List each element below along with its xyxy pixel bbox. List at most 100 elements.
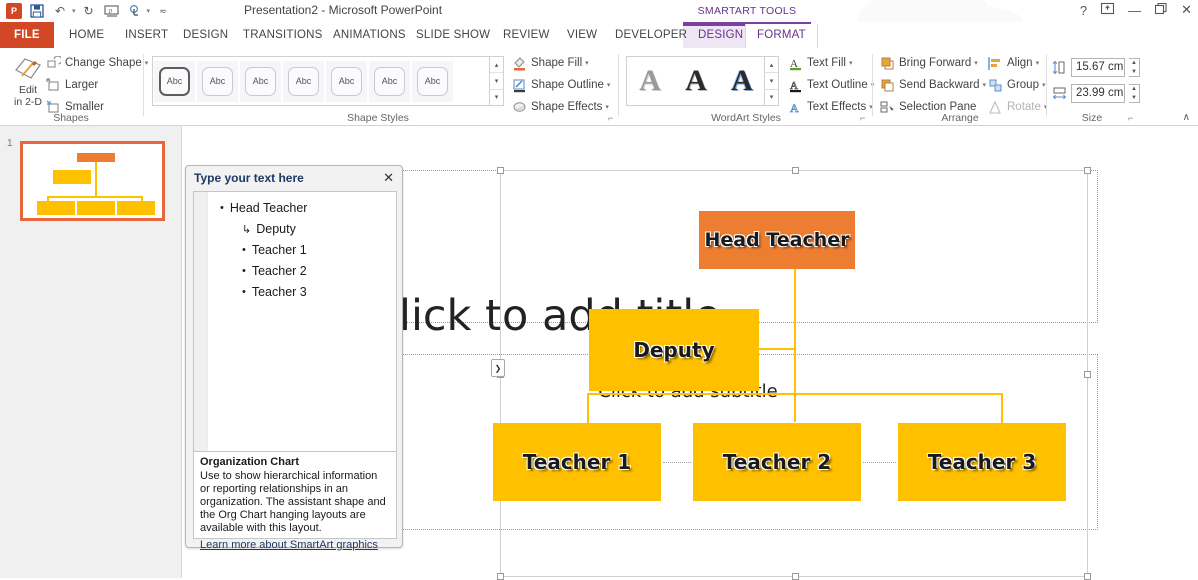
resize-handle-top-left[interactable] bbox=[497, 167, 504, 174]
edit-in-2d-button[interactable]: Edit in 2-D bbox=[6, 56, 50, 108]
wordart-gallery-scrollbar[interactable]: ▴ ▾ ▾ bbox=[764, 57, 778, 105]
tab-file[interactable]: FILE bbox=[0, 22, 54, 48]
outline-item-head-teacher[interactable]: • Head Teacher bbox=[220, 201, 307, 215]
shape-styles-gallery[interactable]: Abc Abc Abc Abc Abc Abc Abc ▴ ▾ ▾ bbox=[152, 56, 504, 106]
shape-style-thumb[interactable]: Abc bbox=[197, 60, 238, 102]
shape-width-spinner[interactable]: ▲ ▼ bbox=[1129, 84, 1140, 103]
outline-item-teacher-3[interactable]: • Teacher 3 bbox=[242, 285, 307, 299]
change-shape-dropdown-icon[interactable]: ▾ bbox=[145, 59, 149, 67]
tab-insert[interactable]: INSERT bbox=[114, 22, 179, 48]
resize-handle-bottom-left[interactable] bbox=[497, 573, 504, 580]
tab-animations[interactable]: ANIMATIONS bbox=[322, 22, 417, 48]
shape-fill-button[interactable]: Shape Fill ▾ bbox=[512, 54, 589, 72]
tab-review[interactable]: REVIEW bbox=[492, 22, 561, 48]
outline-item-teacher-1[interactable]: • Teacher 1 bbox=[242, 243, 307, 257]
shape-effects-dropdown-icon[interactable]: ▾ bbox=[605, 103, 609, 111]
smartart-frame[interactable]: ❯ Head Teacher Deputy Teacher 1 Teacher … bbox=[491, 167, 1091, 580]
shape-style-thumb[interactable]: Abc bbox=[412, 60, 453, 102]
resize-handle-top-right[interactable] bbox=[1084, 167, 1091, 174]
smartart-node-teacher-2[interactable]: Teacher 2 bbox=[693, 423, 861, 501]
shape-style-thumb[interactable]: Abc bbox=[283, 60, 324, 102]
text-outline-button[interactable]: A Text Outline ▾ bbox=[788, 76, 875, 94]
restore-button[interactable] bbox=[1155, 2, 1167, 18]
resize-handle-middle-right[interactable] bbox=[1084, 371, 1091, 378]
tab-smartart-format[interactable]: FORMAT bbox=[745, 24, 818, 48]
smartart-node-deputy[interactable]: Deputy bbox=[589, 309, 759, 391]
shape-styles-gallery-scrollbar[interactable]: ▴ ▾ ▾ bbox=[489, 57, 503, 105]
undo-dropdown-icon[interactable]: ▾ bbox=[72, 7, 76, 15]
tab-developer[interactable]: DEVELOPER bbox=[604, 22, 698, 48]
touch-mode-icon[interactable] bbox=[125, 2, 145, 20]
undo-icon[interactable]: ↶ bbox=[50, 2, 70, 20]
shape-style-thumb[interactable]: Abc bbox=[369, 60, 410, 102]
bring-forward-button[interactable]: Bring Forward ▾ bbox=[880, 54, 978, 72]
slide-thumbnail-1[interactable] bbox=[20, 141, 165, 221]
tab-view[interactable]: VIEW bbox=[556, 22, 608, 48]
wordart-style-thumb[interactable]: A bbox=[673, 59, 719, 103]
gallery-scroll-down-icon[interactable]: ▾ bbox=[765, 73, 778, 90]
align-dropdown-icon[interactable]: ▾ bbox=[1036, 59, 1040, 67]
smartart-node-teacher-3[interactable]: Teacher 3 bbox=[898, 423, 1066, 501]
send-backward-dropdown-icon[interactable]: ▾ bbox=[983, 81, 987, 89]
outline-item-teacher-2[interactable]: • Teacher 2 bbox=[242, 264, 307, 278]
send-backward-button[interactable]: Send Backward ▾ bbox=[880, 76, 986, 94]
resize-handle-bottom-center[interactable] bbox=[792, 573, 799, 580]
height-icon bbox=[1052, 60, 1067, 75]
gallery-scroll-up-icon[interactable]: ▴ bbox=[765, 57, 778, 74]
tab-design[interactable]: DESIGN bbox=[172, 22, 239, 48]
smartart-node-teacher-1[interactable]: Teacher 1 bbox=[493, 423, 661, 501]
touch-mode-dropdown-icon[interactable]: ▾ bbox=[147, 7, 151, 15]
wordart-style-thumb[interactable]: A bbox=[719, 59, 765, 103]
group-dropdown-icon[interactable]: ▾ bbox=[1042, 81, 1046, 89]
width-spin-down-icon[interactable]: ▼ bbox=[1129, 94, 1139, 103]
save-icon[interactable] bbox=[27, 2, 47, 20]
height-spin-down-icon[interactable]: ▼ bbox=[1129, 68, 1139, 77]
close-icon[interactable]: ✕ bbox=[383, 170, 394, 186]
text-fill-button[interactable]: A Text Fill ▾ bbox=[788, 54, 853, 72]
customize-quick-access-toolbar-icon[interactable]: ≂ bbox=[153, 2, 173, 20]
wordart-styles-gallery[interactable]: A A A ▴ ▾ ▾ bbox=[626, 56, 779, 106]
gallery-scroll-up-icon[interactable]: ▴ bbox=[490, 57, 503, 74]
minimize-button[interactable]: — bbox=[1128, 3, 1141, 18]
outline-item-deputy[interactable]: ↳ Deputy bbox=[242, 222, 296, 236]
shape-styles-dialog-launcher[interactable]: ⌐ bbox=[608, 113, 613, 123]
text-pane-outline[interactable]: • Head Teacher ↳ Deputy • Teacher 1 • Te… bbox=[193, 191, 397, 456]
collapse-ribbon-icon[interactable]: ∧ bbox=[1183, 112, 1190, 123]
gallery-more-icon[interactable]: ▾ bbox=[765, 90, 778, 105]
tab-slide-show[interactable]: SLIDE SHOW bbox=[405, 22, 501, 48]
wordart-styles-dialog-launcher[interactable]: ⌐ bbox=[860, 113, 865, 123]
change-shape-button[interactable]: Change Shape ▾ bbox=[46, 54, 148, 72]
help-button[interactable]: ? bbox=[1080, 3, 1087, 18]
ribbon-display-options-button[interactable] bbox=[1101, 2, 1115, 18]
shape-outline-button[interactable]: Shape Outline ▾ bbox=[512, 76, 610, 94]
resize-handle-bottom-right[interactable] bbox=[1084, 573, 1091, 580]
shape-fill-dropdown-icon[interactable]: ▾ bbox=[585, 59, 589, 67]
shape-outline-dropdown-icon[interactable]: ▾ bbox=[607, 81, 611, 89]
learn-more-link[interactable]: Learn more about SmartArt graphics bbox=[200, 539, 378, 551]
larger-button[interactable]: Larger bbox=[46, 76, 98, 94]
tab-transitions[interactable]: TRANSITIONS bbox=[232, 22, 334, 48]
shape-height-spinner[interactable]: ▲ ▼ bbox=[1129, 58, 1140, 77]
shape-style-thumb[interactable]: Abc bbox=[240, 60, 281, 102]
text-pane-toggle-button[interactable]: ❯ bbox=[491, 359, 505, 377]
resize-handle-top-center[interactable] bbox=[792, 167, 799, 174]
shape-style-thumb[interactable]: Abc bbox=[154, 60, 195, 102]
gallery-more-icon[interactable]: ▾ bbox=[490, 90, 503, 105]
align-button[interactable]: Align ▾ bbox=[988, 54, 1039, 72]
smartart-node-head-teacher[interactable]: Head Teacher bbox=[699, 211, 855, 269]
start-presentation-icon[interactable]: p bbox=[102, 2, 122, 20]
group-button[interactable]: Group ▾ bbox=[988, 76, 1045, 94]
text-fill-dropdown-icon[interactable]: ▾ bbox=[849, 59, 853, 67]
redo-icon[interactable]: ↻ bbox=[79, 2, 99, 20]
shape-width-input[interactable]: 23.99 cm bbox=[1071, 84, 1125, 103]
close-button[interactable]: ✕ bbox=[1181, 2, 1192, 18]
width-spin-up-icon[interactable]: ▲ bbox=[1129, 85, 1139, 94]
tab-home[interactable]: HOME bbox=[58, 22, 115, 48]
gallery-scroll-down-icon[interactable]: ▾ bbox=[490, 73, 503, 90]
wordart-style-thumb[interactable]: A bbox=[627, 59, 673, 103]
shape-height-input[interactable]: 15.67 cm bbox=[1071, 58, 1125, 77]
bring-forward-dropdown-icon[interactable]: ▾ bbox=[974, 59, 978, 67]
shape-style-thumb[interactable]: Abc bbox=[326, 60, 367, 102]
height-spin-up-icon[interactable]: ▲ bbox=[1129, 59, 1139, 68]
size-dialog-launcher[interactable]: ⌐ bbox=[1128, 113, 1133, 123]
